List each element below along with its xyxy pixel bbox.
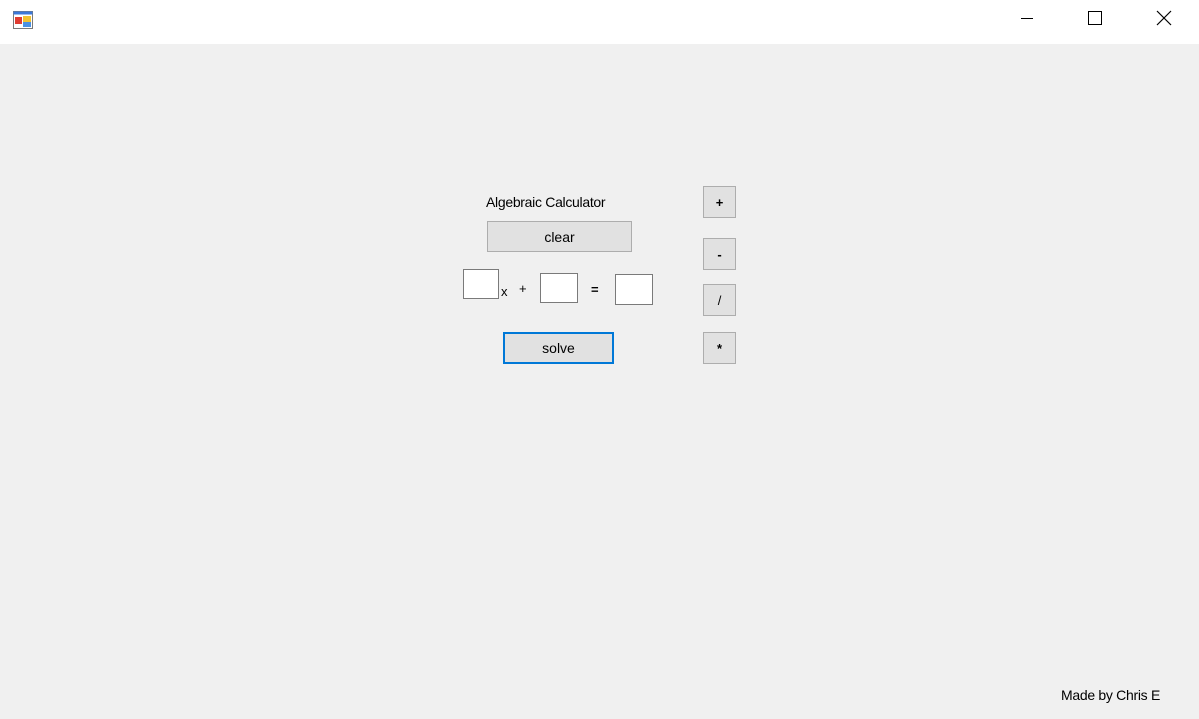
maximize-icon (1088, 10, 1102, 30)
multiply-operator-button[interactable]: * (703, 332, 736, 364)
variable-label: x (501, 284, 508, 299)
close-icon (1156, 10, 1172, 31)
calculator-title: Algebraic Calculator (486, 194, 606, 210)
form-client-area: Algebraic Calculator clear x + = solve +… (0, 44, 1199, 719)
clear-button[interactable]: clear (487, 221, 632, 252)
app-form-icon (13, 11, 33, 29)
equals-sign-label: = (591, 282, 599, 297)
add-operator-button[interactable]: + (703, 186, 736, 218)
plus-sign-label: + (519, 281, 527, 296)
maximize-button[interactable] (1072, 0, 1118, 40)
result-input[interactable] (615, 274, 653, 305)
divide-operator-button[interactable]: / (703, 284, 736, 316)
app-window: Algebraic Calculator clear x + = solve +… (0, 0, 1199, 719)
close-button[interactable] (1141, 0, 1187, 40)
constant-input[interactable] (540, 273, 578, 303)
coefficient-input[interactable] (463, 269, 499, 299)
minimize-icon (1021, 11, 1033, 29)
title-bar[interactable] (0, 0, 1199, 44)
author-credit: Made by Chris E (1061, 687, 1160, 703)
solve-button[interactable]: solve (503, 332, 614, 364)
subtract-operator-button[interactable]: - (703, 238, 736, 270)
minimize-button[interactable] (1004, 0, 1050, 40)
